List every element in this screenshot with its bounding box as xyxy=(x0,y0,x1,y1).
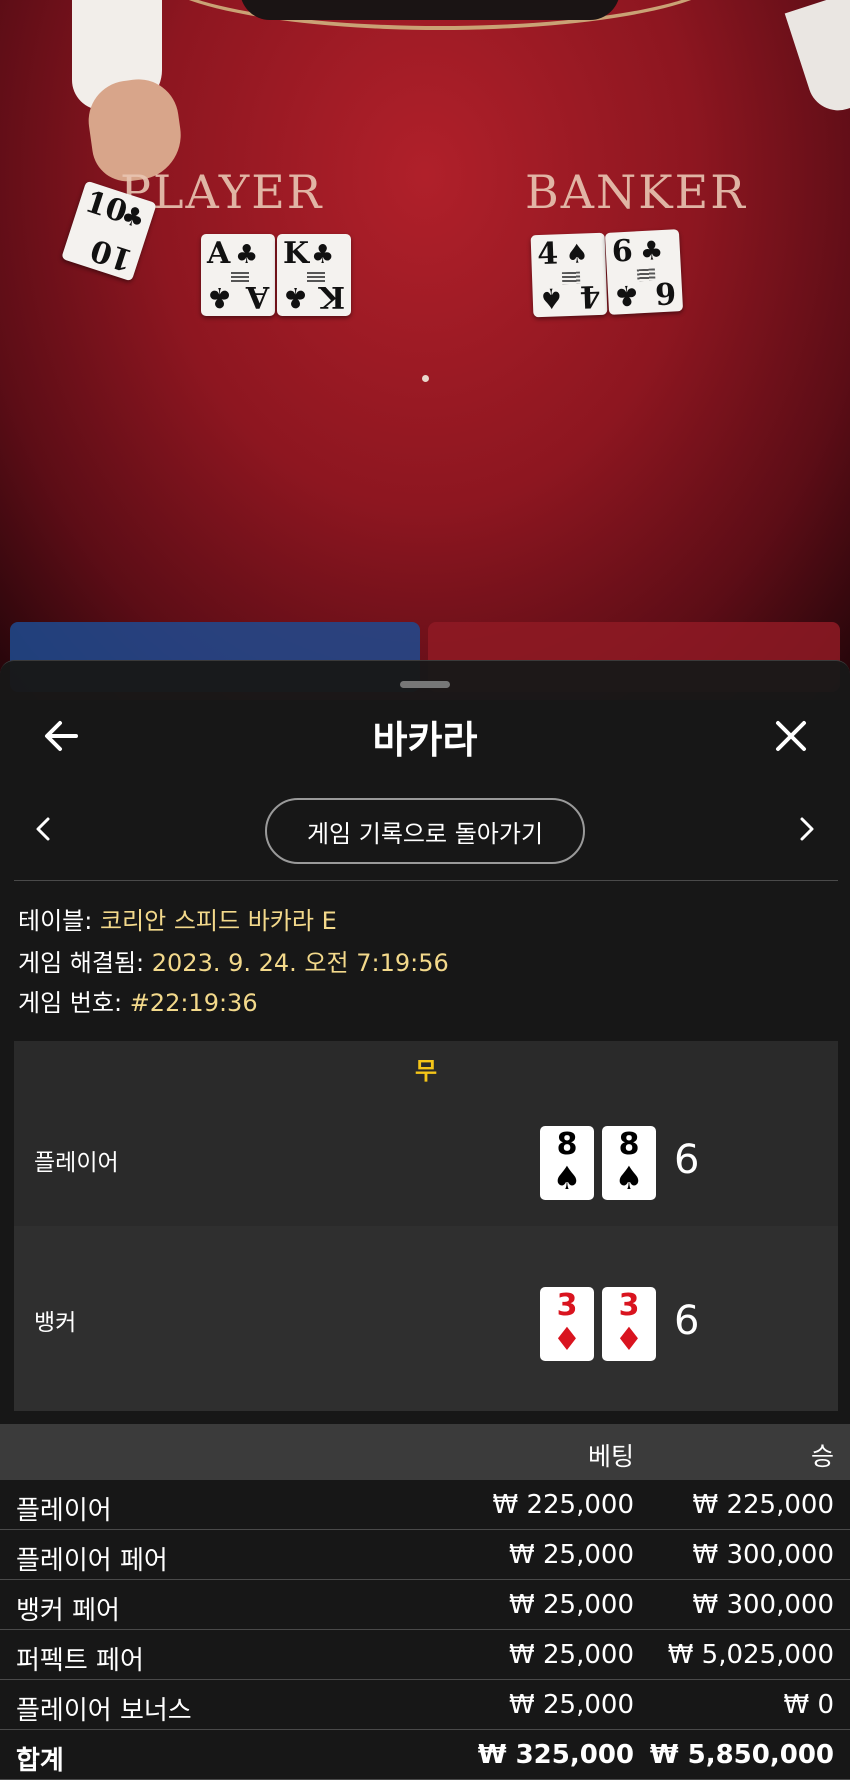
win-amount: ₩ 5,025,000 xyxy=(667,1640,834,1670)
win-amount: ₩ 300,000 xyxy=(692,1590,835,1620)
dealer-right-arm xyxy=(784,0,850,119)
bet-name: 플레이어 xyxy=(16,1496,112,1526)
header-bet: 베팅 xyxy=(587,1442,634,1471)
sheet-title: 바카라 xyxy=(372,718,478,762)
total-label: 합계 xyxy=(16,1746,64,1776)
banker-card-2: 3 ♦ xyxy=(602,1287,656,1361)
table-card-banker-1: 4 ♠ ♠ 4 xyxy=(530,232,608,318)
win-amount: ₩ 0 xyxy=(783,1690,834,1720)
banker-result-label: 뱅커 xyxy=(34,1310,77,1336)
total-win: ₩ 5,850,000 xyxy=(649,1740,834,1770)
dealer xyxy=(240,0,620,20)
win-amount: ₩ 225,000 xyxy=(692,1490,835,1520)
bet-name: 플레이어 보너스 xyxy=(16,1696,192,1726)
outcome-label: 무 xyxy=(414,1057,438,1085)
bet-name: 플레이어 페어 xyxy=(16,1546,168,1576)
bet-amount: ₩ 25,000 xyxy=(509,1640,634,1670)
bet-amount: ₩ 25,000 xyxy=(509,1590,634,1620)
live-video-feed: PLAYER BANKER 10 ♣ 10 A ♣ ♣ A K ♣ ♣ K 4 … xyxy=(0,0,850,700)
back-to-history-button[interactable]: 게임 기록으로 돌아가기 xyxy=(265,798,585,864)
round-info-value: #22:19:36 xyxy=(129,989,258,1017)
table-info: 테이블: 코리안 스피드 바카라 E xyxy=(18,901,337,936)
banker-card-1: 3 ♦ xyxy=(540,1287,594,1361)
bet-amount: ₩ 225,000 xyxy=(492,1490,635,1520)
banker-result-row: 3 ♦ 3 ♦ 6 xyxy=(14,1226,838,1411)
bet-name: 퍼펙트 페어 xyxy=(16,1646,144,1676)
close-icon xyxy=(776,721,806,751)
table-card-player-2: K ♣ ♣ K xyxy=(277,234,351,316)
player-result-label: 플레이어 xyxy=(34,1150,119,1176)
round-result: 무 플레이어 8 ♠ 8 ♠ 6 3 ♦ 3 ♦ 6 뱅커 xyxy=(14,1041,838,1411)
bet-name: 뱅커 페어 xyxy=(16,1596,120,1626)
round-info: 게임 번호: #22:19:36 xyxy=(18,983,258,1018)
total-row: 합계 ₩ 325,000 ₩ 5,850,000 xyxy=(0,1730,850,1780)
table-card-banker-2: 6 ♣ ♣ 6 xyxy=(604,229,684,315)
table-row: 뱅커 페어 ₩ 25,000 ₩ 300,000 xyxy=(0,1580,850,1630)
bets-table: 베팅 승 플레이어 ₩ 225,000 ₩ 225,000 플레이어 페어 ₩ … xyxy=(0,1424,850,1780)
resolved-info-label: 게임 해결됨: xyxy=(18,949,145,977)
header-win: 승 xyxy=(810,1442,834,1471)
banker-score: 6 xyxy=(674,1298,700,1344)
resolved-info: 게임 해결됨: 2023. 9. 24. 오전 7:19:56 xyxy=(18,943,449,978)
resolved-info-value: 2023. 9. 24. 오전 7:19:56 xyxy=(151,949,449,977)
sheet-drag-handle[interactable] xyxy=(400,681,450,688)
game-history-sheet: 바카라 게임 기록으로 돌아가기 테이블: 코리안 스피드 바카라 E 게임 해… xyxy=(0,660,850,1780)
close-button[interactable] xyxy=(766,711,816,761)
table-row: 플레이어 보너스 ₩ 25,000 ₩ 0 xyxy=(0,1680,850,1730)
round-info-label: 게임 번호: xyxy=(18,989,123,1017)
player-score: 6 xyxy=(674,1137,700,1183)
table-row: 퍼펙트 페어 ₩ 25,000 ₩ 5,025,000 xyxy=(0,1630,850,1680)
table-row: 플레이어 ₩ 225,000 ₩ 225,000 xyxy=(0,1480,850,1530)
win-amount: ₩ 300,000 xyxy=(692,1540,835,1570)
total-bet: ₩ 325,000 xyxy=(477,1740,634,1770)
bet-amount: ₩ 25,000 xyxy=(509,1540,634,1570)
chevron-right-icon xyxy=(800,817,814,841)
bets-table-header: 베팅 승 xyxy=(0,1424,850,1480)
table-info-value: 코리안 스피드 바카라 E xyxy=(99,907,337,935)
previous-round-button[interactable] xyxy=(28,809,58,849)
divider xyxy=(14,880,838,881)
player-card-1: 8 ♠ xyxy=(540,1126,594,1200)
table-row: 플레이어 페어 ₩ 25,000 ₩ 300,000 xyxy=(0,1530,850,1580)
felt-banker-label: BANKER xyxy=(525,165,747,219)
bet-amount: ₩ 25,000 xyxy=(509,1690,634,1720)
table-info-label: 테이블: xyxy=(18,907,93,935)
felt-marker xyxy=(422,375,429,382)
player-card-2: 8 ♠ xyxy=(602,1126,656,1200)
chevron-left-icon xyxy=(36,817,50,841)
next-round-button[interactable] xyxy=(792,809,822,849)
table-card-player-1: A ♣ ♣ A xyxy=(201,234,275,316)
player-result-row: 무 플레이어 8 ♠ 8 ♠ 6 xyxy=(14,1041,838,1226)
